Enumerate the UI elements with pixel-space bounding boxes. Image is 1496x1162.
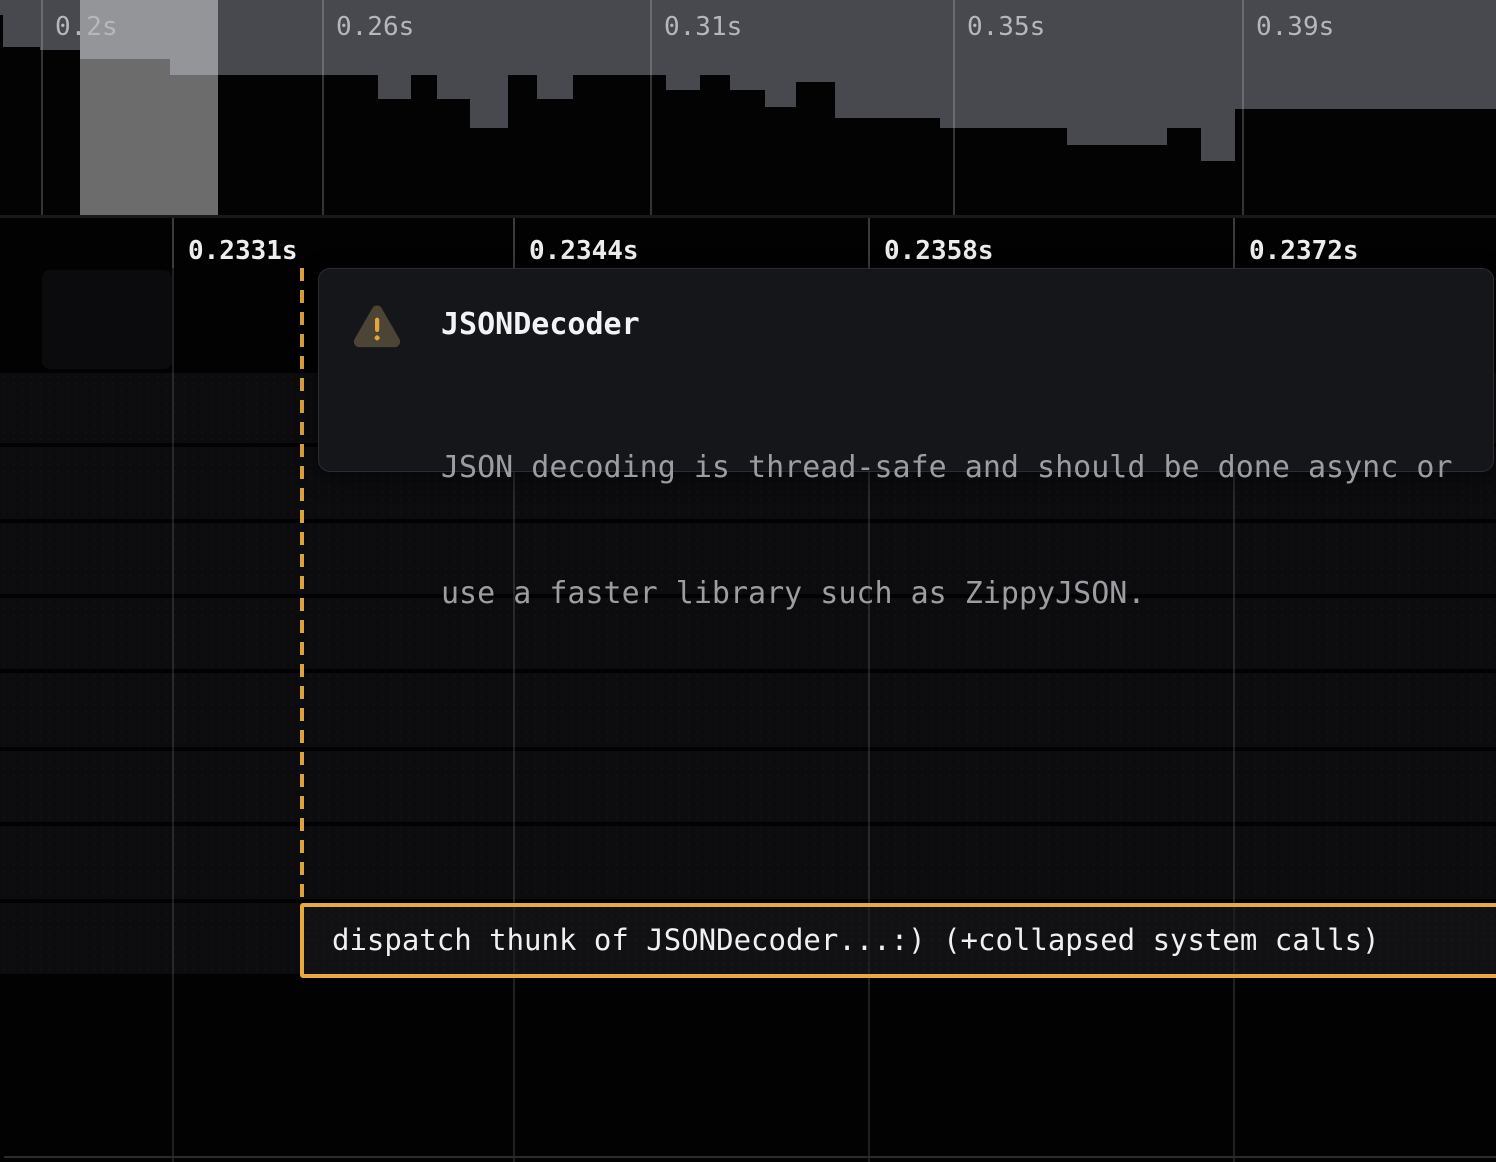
timeline-gridline-tick	[1233, 218, 1235, 268]
tooltip-body-line: JSON decoding is thread-safe and should …	[441, 447, 1452, 489]
flame-row-stripe	[0, 826, 1496, 899]
timeline-time-label: 0.2372s	[1249, 236, 1359, 266]
minimap-skyline-bar	[470, 128, 508, 215]
timeline-time-label: 0.2331s	[188, 236, 298, 266]
timeline-time-label: 0.2344s	[529, 236, 639, 266]
minimap-skyline-bar	[666, 90, 700, 215]
minimap-skyline-bar	[1235, 109, 1496, 215]
minimap-time-label: 0.39s	[1256, 12, 1334, 42]
minimap-time-label: 0.2s	[55, 12, 118, 42]
minimap-skyline-bar	[765, 107, 796, 215]
timeline-gridline-tick	[868, 218, 870, 268]
tooltip-body: JSON decoding is thread-safe and should …	[441, 363, 1452, 699]
minimap-gridline	[41, 0, 43, 215]
tooltip-title: JSONDecoder	[441, 307, 640, 342]
warning-triangle-icon	[353, 305, 401, 349]
minimap-skyline-bar	[411, 75, 437, 215]
timeline-gridline-tick	[513, 218, 515, 268]
minimap-time-label: 0.26s	[336, 12, 414, 42]
minimap-time-label: 0.35s	[967, 12, 1045, 42]
minimap-skyline-bar	[537, 99, 573, 215]
minimap-skyline-bar	[835, 118, 940, 215]
minimap-skyline-bar	[700, 75, 730, 215]
minimap-skyline-bar	[796, 82, 835, 215]
selected-frame-label: dispatch thunk of JSONDecoder...:) (+col…	[332, 907, 1380, 974]
minimap-gridline	[953, 0, 955, 215]
minimap-gridline	[1242, 0, 1244, 215]
warning-tooltip: JSONDecoder JSON decoding is thread-safe…	[318, 268, 1494, 472]
minimap-skyline-bar	[508, 75, 537, 215]
minimap-divider	[0, 215, 1496, 218]
minimap-skyline-bar	[1201, 161, 1235, 215]
dimmed-frame-block[interactable]	[42, 270, 172, 369]
minimap-gridline	[322, 0, 324, 215]
selection-marker-dashed-line	[300, 268, 304, 904]
flame-row-stripe	[0, 751, 1496, 822]
timeline-time-label: 0.2358s	[884, 236, 994, 266]
minimap-gridline	[650, 0, 652, 215]
timeline-gridline	[172, 218, 174, 1162]
minimap-overview[interactable]: 0.2s 0.26s 0.31s 0.35s 0.39s	[0, 0, 1496, 215]
minimap-skyline-bar	[730, 90, 765, 215]
minimap-time-label: 0.31s	[664, 12, 742, 42]
minimap-skyline-bar	[1167, 128, 1201, 215]
minimap-skyline-bar	[378, 99, 411, 215]
minimap-skyline-bar	[573, 75, 666, 215]
timeline-gridline-tick	[172, 218, 174, 268]
minimap-skyline-bar	[437, 99, 470, 215]
minimap-skyline-bar	[40, 50, 80, 215]
minimap-skyline-bar	[940, 128, 1067, 215]
minimap-skyline-bar	[3, 47, 40, 215]
selected-frame[interactable]: dispatch thunk of JSONDecoder...:) (+col…	[300, 903, 1496, 978]
bottom-divider	[4, 1156, 1496, 1158]
tooltip-body-line: use a faster library such as ZippyJSON.	[441, 573, 1452, 615]
minimap-skyline-bar	[1067, 145, 1167, 215]
flame-chart-profiler-screen: 0.2s 0.26s 0.31s 0.35s 0.39s 0.2331s 0.2344s 0…	[0, 0, 1496, 1162]
